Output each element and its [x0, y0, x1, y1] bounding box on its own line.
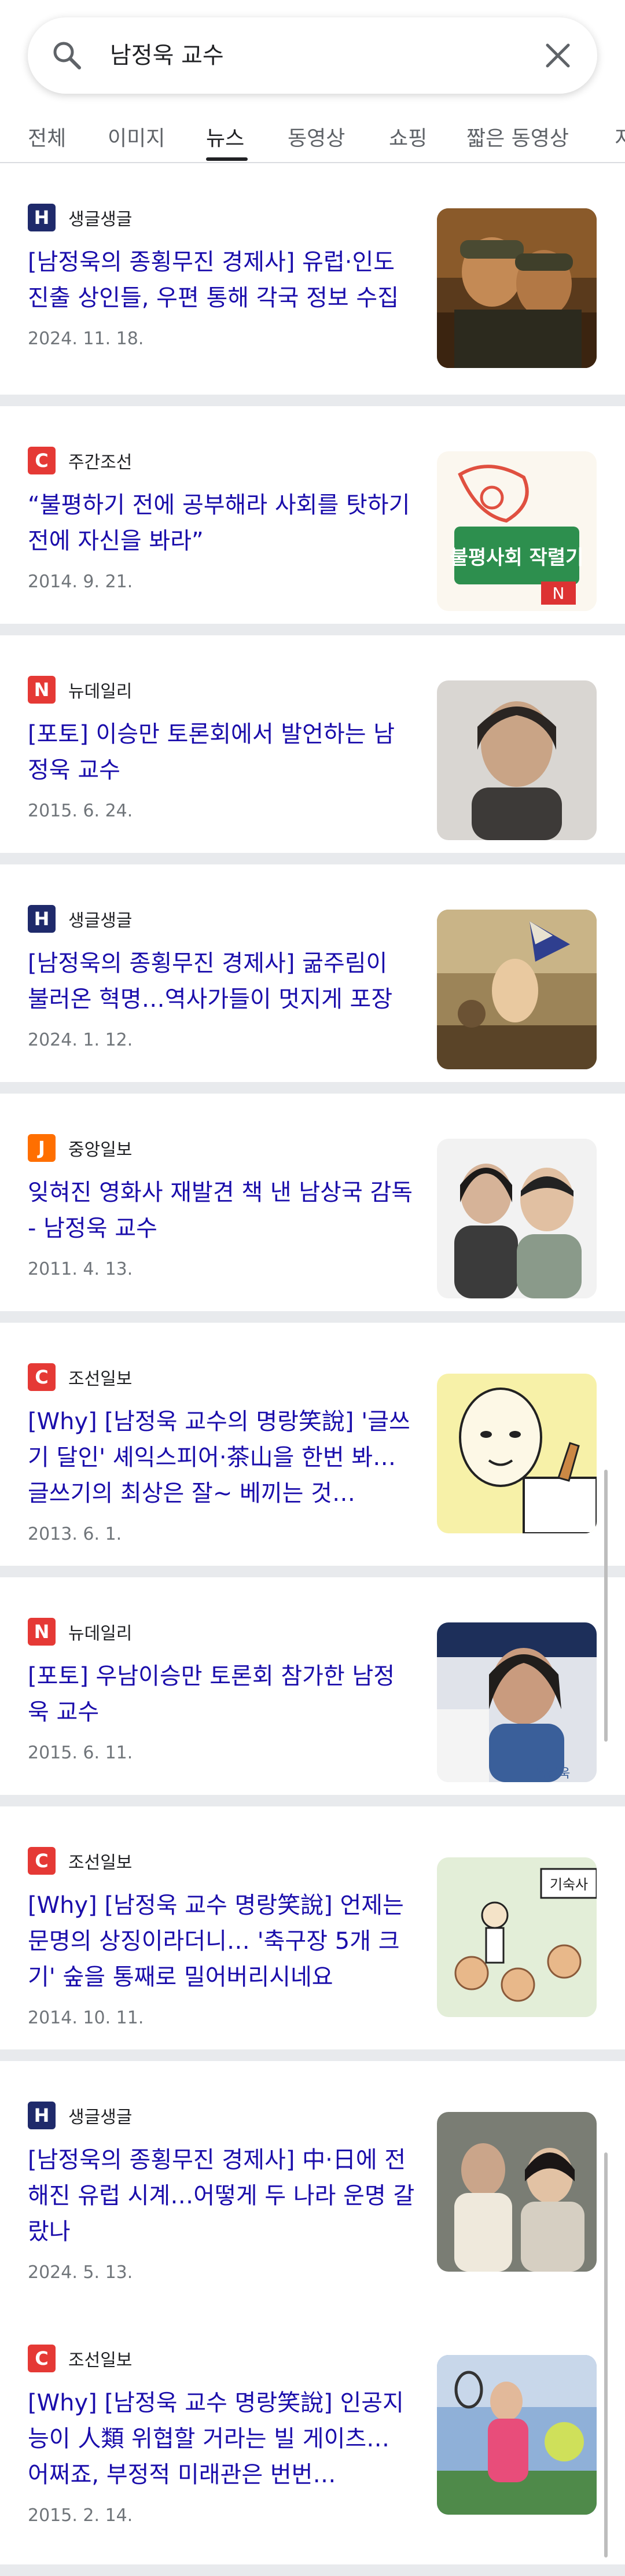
result-thumbnail[interactable]	[437, 2112, 597, 2272]
result-title-link[interactable]: [포토] 우남이승만 토론회 참가한 남정욱 교수	[28, 1658, 416, 1730]
result-title-link[interactable]: “불평하기 전에 공부해라 사회를 탓하기 전에 자신을 봐라”	[28, 487, 416, 559]
source-logo-icon: C	[28, 447, 56, 474]
tab-images[interactable]: 이미지	[108, 122, 165, 152]
source-name: 뉴데일리	[68, 1624, 133, 1644]
news-result-card[interactable]: C 조선일보 [Why] [남정욱 교수의 명랑笑說] '글쓰기 달인' 셰익스피어…	[0, 1323, 625, 1566]
card-separator	[0, 853, 625, 864]
result-thumbnail[interactable]	[437, 680, 597, 840]
active-tab-indicator	[206, 157, 248, 161]
tab-more[interactable]: 지	[615, 122, 625, 152]
card-separator	[0, 1795, 625, 1806]
news-result-card[interactable]: N 뉴데일리 [포토] 이승만 토론회에서 발언하는 남정욱 교수 2015. 6. …	[0, 635, 625, 853]
source-logo-icon: C	[28, 2345, 56, 2372]
tab-videos[interactable]: 동영상	[288, 122, 345, 152]
result-thumbnail[interactable]: 기숙사	[437, 1857, 597, 2017]
result-date: 2024. 1. 12.	[28, 1030, 133, 1050]
result-thumbnail[interactable]	[437, 1374, 597, 1533]
source-row: C 조선일보	[28, 1363, 132, 1391]
tab-news[interactable]: 뉴스	[206, 122, 244, 152]
source-row: H 생글생글	[28, 905, 132, 933]
result-title-link[interactable]: [남정욱의 종횡무진 경제사] 굶주림이 불러온 혁명…역사가들이 멋지게 포장	[28, 945, 416, 1017]
tab-all[interactable]: 전체	[28, 122, 66, 152]
scrollbar-lower[interactable]	[604, 2152, 608, 2557]
result-title-link[interactable]: [남정욱의 종횡무진 경제사] 유럽·인도 진출 상인들, 우편 통해 각국 정…	[28, 244, 416, 316]
result-date: 2015. 6. 24.	[28, 801, 133, 821]
source-name: 조선일보	[68, 1853, 133, 1873]
result-thumbnail[interactable]	[437, 1139, 597, 1298]
source-logo-icon: H	[28, 204, 56, 231]
result-title-link[interactable]: [Why] [남정욱 교수 명랑笑說] 인공지능이 人類 위협할 거라는 빌 게…	[28, 2385, 416, 2493]
source-logo-icon: N	[28, 1618, 56, 1646]
result-thumbnail[interactable]: 남정욱	[437, 1622, 597, 1782]
news-result-card[interactable]: C 주간조선 “불평하기 전에 공부해라 사회를 탓하기 전에 자신을 봐라” 201…	[0, 406, 625, 624]
news-result-card[interactable]: C 조선일보 [Why] [남정욱 교수 명랑笑說] 인공지능이 人類 위협할 거라…	[0, 2304, 625, 2564]
source-logo-icon: C	[28, 1363, 56, 1391]
source-name: 조선일보	[68, 2350, 133, 2371]
close-icon[interactable]	[542, 39, 574, 72]
card-separator	[0, 1311, 625, 1323]
search-bar[interactable]: 남정욱 교수	[28, 17, 597, 94]
result-title-link[interactable]: [Why] [남정욱 교수의 명랑笑說] '글쓰기 달인' 셰익스피어·茶山을 …	[28, 1404, 416, 1511]
source-name: 생글생글	[68, 2107, 133, 2128]
news-result-card[interactable]: C 조선일보 [Why] [남정욱 교수 명랑笑說] 언제는 문명의 상징이라더니……	[0, 1806, 625, 2049]
source-row: C 조선일보	[28, 2345, 132, 2372]
source-logo-icon: H	[28, 2102, 56, 2129]
source-name: 생글생글	[68, 911, 133, 931]
card-separator	[0, 2049, 625, 2061]
source-row: N 뉴데일리	[28, 1618, 132, 1646]
thumb-nameplate: 남정욱	[535, 1767, 571, 1781]
result-title-link[interactable]: [남정욱의 종횡무진 경제사] 中·日에 전해진 유럽 시계…어떻게 두 나라 …	[28, 2142, 416, 2250]
source-logo-icon: H	[28, 905, 56, 933]
card-separator	[0, 1082, 625, 1094]
result-title-link[interactable]: 잊혀진 영화사 재발견 책 낸 남상국 감독 - 남정욱 교수	[28, 1175, 416, 1246]
thumb-sign: 기숙사	[550, 1876, 588, 1893]
search-icon[interactable]	[49, 37, 86, 74]
source-row: C 주간조선	[28, 447, 132, 474]
tab-short-videos[interactable]: 짧은 동영상	[466, 122, 569, 152]
source-row: H 생글생글	[28, 204, 132, 231]
source-name: 주간조선	[68, 452, 133, 473]
news-result-card[interactable]: H 생글생글 [남정욱의 종횡무진 경제사] 유럽·인도 진출 상인들, 우편 통해…	[0, 163, 625, 395]
result-date: 2024. 11. 18.	[28, 329, 144, 349]
thumb-book-title: 불평사회 작렬기	[450, 546, 584, 569]
result-date: 2024. 5. 13.	[28, 2262, 133, 2283]
search-tabs: 전체 이미지 뉴스 동영상 쇼핑 짧은 동영상 지	[0, 110, 625, 162]
scrollbar[interactable]	[604, 1470, 608, 1742]
news-result-card[interactable]: H 생글생글 [남정욱의 종횡무진 경제사] 굶주림이 불러온 혁명…역사가들이 멋…	[0, 864, 625, 1082]
card-separator	[0, 624, 625, 635]
result-thumbnail[interactable]	[437, 910, 597, 1069]
result-date: 2014. 10. 11.	[28, 2008, 144, 2028]
source-name: 뉴데일리	[68, 682, 133, 702]
result-thumbnail[interactable]: 불평사회 작렬기 N	[437, 451, 597, 611]
source-name: 조선일보	[68, 1369, 133, 1389]
news-result-card[interactable]: J 중앙일보잊혀진 영화사 재발견 책 낸 남상국 감독 - 남정욱 교수 2011…	[0, 1094, 625, 1311]
svg-text:N: N	[553, 584, 565, 603]
source-name: 중앙일보	[68, 1140, 133, 1160]
card-separator	[0, 395, 625, 406]
result-thumbnail[interactable]	[437, 208, 597, 368]
card-separator	[0, 2564, 625, 2576]
source-logo-icon: N	[28, 676, 56, 704]
result-date: 2015. 2. 14.	[28, 2505, 133, 2526]
tab-shopping[interactable]: 쇼핑	[389, 122, 427, 152]
result-date: 2011. 4. 13.	[28, 1259, 133, 1279]
source-row: J 중앙일보	[28, 1134, 132, 1162]
source-row: N 뉴데일리	[28, 676, 132, 704]
result-title-link[interactable]: [Why] [남정욱 교수 명랑笑說] 언제는 문명의 상징이라더니… '축구장…	[28, 1887, 416, 1995]
result-date: 2015. 6. 11.	[28, 1743, 133, 1763]
card-separator	[0, 1566, 625, 1577]
result-title-link[interactable]: [포토] 이승만 토론회에서 발언하는 남정욱 교수	[28, 716, 416, 788]
result-date: 2014. 9. 21.	[28, 572, 133, 592]
result-date: 2013. 6. 1.	[28, 1524, 122, 1544]
source-row: C 조선일보	[28, 1847, 132, 1875]
result-thumbnail[interactable]	[437, 2355, 597, 2515]
source-name: 생글생글	[68, 209, 133, 230]
source-logo-icon: C	[28, 1847, 56, 1875]
source-logo-icon: J	[28, 1134, 56, 1162]
news-result-card[interactable]: H 생글생글 [남정욱의 종횡무진 경제사] 中·日에 전해진 유럽 시계…어떻게 …	[0, 2061, 625, 2304]
news-result-card[interactable]: N 뉴데일리 [포토] 우남이승만 토론회 참가한 남정욱 교수 2015. 6. 1…	[0, 1577, 625, 1795]
search-input[interactable]: 남정욱 교수	[110, 17, 224, 94]
source-row: H 생글생글	[28, 2102, 132, 2129]
